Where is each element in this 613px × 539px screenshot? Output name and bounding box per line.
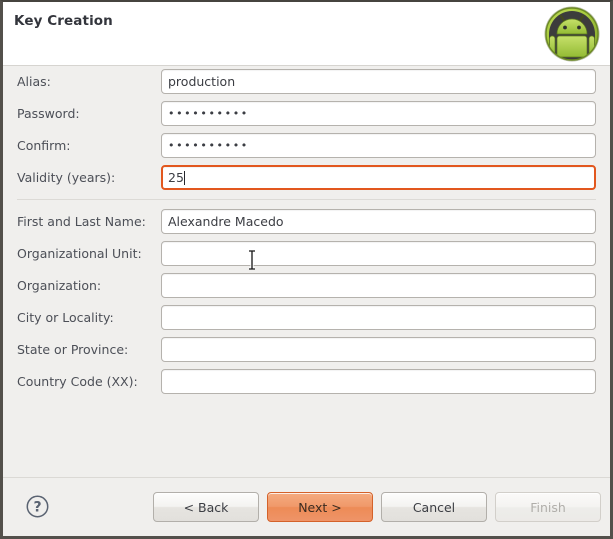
form-row: City or Locality:	[3, 302, 610, 334]
android-robot-icon	[541, 3, 603, 65]
page-title: Key Creation	[14, 13, 113, 29]
masked-value: ••••••••••	[168, 139, 249, 152]
field-value: Alexandre Macedo	[168, 214, 284, 229]
key-details-group: Alias: production Password: •••••••••• Confi…	[3, 66, 610, 194]
text-input[interactable]: production	[161, 69, 596, 94]
form-row: Organization:	[3, 270, 610, 302]
field-label: Alias:	[17, 74, 51, 89]
field-label: City or Locality:	[17, 310, 114, 325]
form-row: Validity (years): 25	[3, 162, 610, 194]
text-input[interactable]	[161, 369, 596, 394]
text-input[interactable]	[161, 241, 596, 266]
password-input[interactable]: ••••••••••	[161, 101, 596, 126]
field-label: Organization:	[17, 278, 102, 293]
question-mark-circle-icon[interactable]: ?	[25, 494, 50, 519]
text-input[interactable]	[161, 305, 596, 330]
dialog-header: Key Creation	[3, 2, 610, 66]
svg-text:?: ?	[33, 500, 41, 516]
form-row: State or Province:	[3, 334, 610, 366]
dialog-button-bar: ? < Back Next > Cancel Finish	[3, 477, 610, 536]
form-row: Country Code (XX):	[3, 366, 610, 398]
text-input[interactable]	[161, 273, 596, 298]
text-input[interactable]: 25	[161, 165, 596, 190]
field-value: production	[168, 74, 236, 89]
form-row: Password: ••••••••••	[3, 98, 610, 130]
field-label: First and Last Name:	[17, 214, 146, 229]
key-creation-form: Alias: production Password: •••••••••• Confi…	[3, 66, 610, 476]
cancel-button[interactable]: Cancel	[381, 492, 487, 522]
password-input[interactable]: ••••••••••	[161, 133, 596, 158]
field-label: Organizational Unit:	[17, 246, 142, 261]
field-value: 25	[168, 170, 184, 185]
field-label: Password:	[17, 106, 80, 121]
finish-button: Finish	[495, 492, 601, 522]
text-input[interactable]: Alexandre Macedo	[161, 209, 596, 234]
key-creation-dialog: Key Creation Alias: production Password:…	[0, 0, 613, 539]
field-label: Confirm:	[17, 138, 71, 153]
next-button[interactable]: Next >	[267, 492, 373, 522]
form-row: First and Last Name: Alexandre Macedo	[3, 206, 610, 238]
back-button[interactable]: < Back	[153, 492, 259, 522]
field-label: Country Code (XX):	[17, 374, 138, 389]
certificate-identity-group: First and Last Name: Alexandre Macedo Orga…	[3, 206, 610, 398]
field-label: State or Province:	[17, 342, 129, 357]
field-group-separator	[17, 199, 596, 200]
form-row: Organizational Unit:	[3, 238, 610, 270]
form-row: Confirm: ••••••••••	[3, 130, 610, 162]
text-input[interactable]	[161, 337, 596, 362]
text-caret	[183, 171, 185, 185]
field-label: Validity (years):	[17, 170, 116, 185]
wizard-buttons: < Back Next > Cancel Finish	[153, 492, 601, 522]
masked-value: ••••••••••	[168, 107, 249, 120]
form-row: Alias: production	[3, 66, 610, 98]
